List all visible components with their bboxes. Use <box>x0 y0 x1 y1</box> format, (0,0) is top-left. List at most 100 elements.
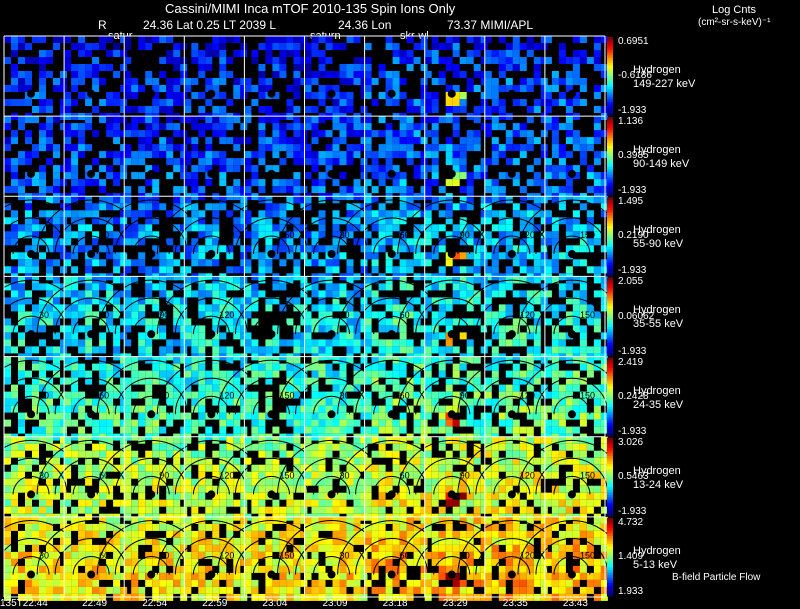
heatmap-cell <box>385 283 393 291</box>
heatmap-cell <box>152 579 160 587</box>
heatmap-cell <box>138 106 146 113</box>
heatmap-cell <box>113 158 121 166</box>
heatmap-cell <box>466 346 474 354</box>
heatmap-cell <box>272 43 280 50</box>
heatmap-cell <box>64 412 72 420</box>
heatmap-cell <box>138 266 146 274</box>
heatmap-cell <box>25 506 32 514</box>
heatmap-cell <box>533 252 541 260</box>
heatmap-cell <box>484 85 492 92</box>
heatmap-cell <box>565 398 573 406</box>
heatmap-cell <box>519 426 527 434</box>
heatmap-cell <box>473 224 481 232</box>
heatmap-cell <box>300 36 308 43</box>
heatmap-cell <box>145 78 153 85</box>
heatmap-cell <box>99 245 107 253</box>
heatmap-cell <box>385 471 393 479</box>
heatmap-cell <box>498 172 506 180</box>
heatmap-cell <box>445 426 453 434</box>
heatmap-cell <box>11 506 18 514</box>
heatmap-cell <box>184 492 192 500</box>
heatmap-cell <box>99 516 107 524</box>
heatmap-cell <box>219 492 227 500</box>
heatmap-cell <box>159 36 167 43</box>
heatmap-cell <box>39 144 46 152</box>
heatmap-cell <box>265 450 273 458</box>
heatmap-cell <box>300 506 308 514</box>
heatmap-cell <box>364 436 372 444</box>
heatmap-cell <box>491 398 499 406</box>
heatmap-cell <box>173 123 181 131</box>
heatmap-cell <box>339 99 347 106</box>
heatmap-cell <box>325 36 333 43</box>
heatmap-cell <box>99 565 107 573</box>
heatmap-cell <box>544 492 552 500</box>
heatmap-cell <box>64 36 72 43</box>
heatmap-cell <box>593 450 601 458</box>
heatmap-cell <box>452 50 460 57</box>
heatmap-cell <box>424 179 432 187</box>
heatmap-cell <box>593 92 601 99</box>
heatmap-cell <box>473 297 481 305</box>
heatmap-cell <box>233 457 241 465</box>
heatmap-cell <box>212 283 220 291</box>
heatmap-cell <box>318 405 326 413</box>
heatmap-cell <box>533 71 541 78</box>
heatmap-cell <box>64 356 72 364</box>
heatmap-cell <box>406 158 414 166</box>
heatmap-cell <box>491 346 499 354</box>
heatmap-cell <box>120 50 128 57</box>
heatmap-cell <box>124 123 132 131</box>
heatmap-cell <box>138 436 146 444</box>
heatmap-cell <box>219 179 227 187</box>
heatmap-cell <box>272 71 280 78</box>
heatmap-cell <box>431 391 439 399</box>
heatmap-cell <box>392 144 400 152</box>
heatmap-cell <box>399 172 407 180</box>
heatmap-cell <box>272 363 280 371</box>
heatmap-cell <box>212 450 220 458</box>
heatmap-cell <box>159 137 167 145</box>
heatmap-cell <box>304 492 312 500</box>
heatmap-cell <box>586 506 594 514</box>
heatmap-cell <box>318 85 326 92</box>
heatmap-cell <box>11 179 18 187</box>
heatmap-cell <box>579 356 587 364</box>
heatmap-cell <box>124 276 132 284</box>
heatmap-cell <box>205 179 213 187</box>
heatmap-cell <box>346 71 354 78</box>
heatmap-cell <box>579 50 587 57</box>
heatmap-cell <box>184 78 192 85</box>
heatmap-cell <box>364 290 372 298</box>
heatmap-cell <box>71 450 79 458</box>
heatmap-cell <box>353 370 361 378</box>
heatmap-cell <box>191 151 199 159</box>
heatmap-cell <box>332 443 340 451</box>
heatmap-cell <box>385 43 393 50</box>
heatmap-cell <box>124 71 132 78</box>
heatmap-cell <box>519 186 527 194</box>
heatmap-cell <box>191 499 199 507</box>
heatmap-cell <box>173 325 181 333</box>
heatmap-cell <box>244 186 252 194</box>
heatmap-cell <box>124 492 132 500</box>
heatmap-cell <box>420 158 428 166</box>
heatmap-cell <box>406 259 414 267</box>
heatmap-cell <box>544 370 552 378</box>
heatmap-cell <box>78 144 86 152</box>
heatmap-cell <box>145 224 153 232</box>
heatmap-cell <box>11 443 18 451</box>
heatmap-cell <box>399 151 407 159</box>
heatmap-cell <box>413 419 421 427</box>
heatmap-cell <box>265 339 273 347</box>
heatmap-cell <box>4 346 11 354</box>
heatmap-cell <box>279 276 287 284</box>
heatmap-cell <box>173 130 181 138</box>
heatmap-cell <box>78 558 86 566</box>
heatmap-cell <box>198 499 206 507</box>
heatmap-cell <box>85 318 93 326</box>
heatmap-cell <box>364 217 372 225</box>
heatmap-cell <box>480 346 488 354</box>
heatmap-cell <box>600 412 608 420</box>
heatmap-cell <box>579 492 587 500</box>
